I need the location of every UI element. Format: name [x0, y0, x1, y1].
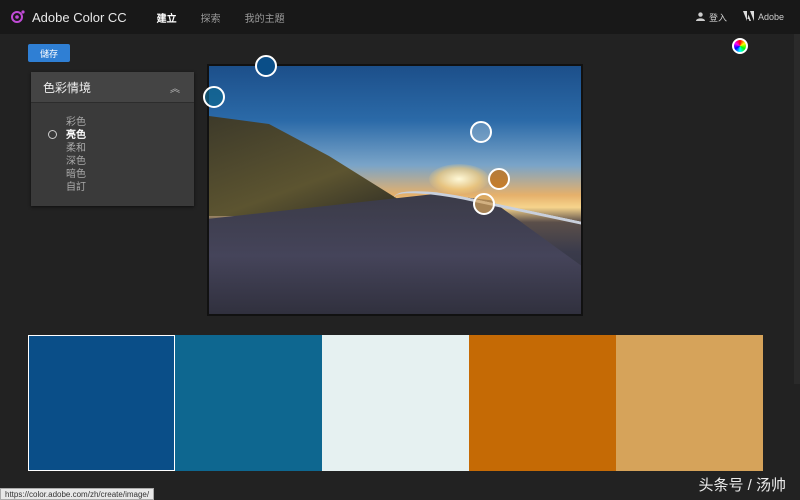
- save-button[interactable]: 儲存: [28, 44, 70, 62]
- status-url: https://color.adobe.com/zh/create/image/: [0, 488, 155, 500]
- panel-title: 色彩情境: [43, 80, 92, 95]
- tab-my-themes[interactable]: 我的主題: [245, 10, 285, 25]
- adobe-logo-icon: [742, 11, 754, 23]
- app-title: Adobe Color CC: [32, 9, 127, 25]
- sun: [429, 164, 489, 194]
- tab-explore[interactable]: 探索: [201, 10, 221, 25]
- color-palette: [28, 335, 763, 471]
- source-image: [207, 64, 583, 316]
- user-icon: [695, 11, 705, 23]
- swatch-1[interactable]: [28, 335, 175, 471]
- chevron-up-icon[interactable]: ︽: [170, 80, 180, 95]
- swatch-2[interactable]: [175, 335, 322, 471]
- top-bar: Adobe Color CC 建立 探索 我的主題 登入 Adobe: [0, 0, 800, 34]
- signin-label: 登入: [708, 12, 727, 23]
- swatch-3[interactable]: [322, 335, 469, 471]
- mood-option-dark[interactable]: 暗色: [66, 168, 86, 181]
- scrollbar[interactable]: [794, 34, 800, 384]
- mood-option-muted[interactable]: 柔和: [66, 142, 86, 155]
- radio-selected-icon[interactable]: [48, 130, 57, 139]
- app-logo[interactable]: Adobe Color CC: [10, 9, 127, 25]
- color-picker-marker[interactable]: [470, 121, 492, 143]
- mood-option-custom[interactable]: 自訂: [66, 181, 86, 194]
- adobe-color-logo-icon: [10, 9, 26, 25]
- color-picker-marker[interactable]: [473, 193, 495, 215]
- main-nav: 建立 探索 我的主題: [157, 10, 309, 25]
- tab-create[interactable]: 建立: [157, 10, 177, 25]
- swatch-4[interactable]: [469, 335, 616, 471]
- mood-option-deep[interactable]: 深色: [66, 155, 86, 168]
- swatch-5[interactable]: [616, 335, 763, 471]
- watermark: 头条号 / 汤帅: [698, 477, 786, 494]
- color-picker-marker[interactable]: [255, 55, 277, 77]
- mood-list: 彩色 亮色 柔和 深色 暗色 自訂: [66, 116, 86, 194]
- adobe-link[interactable]: Adobe: [742, 11, 784, 23]
- signin-link[interactable]: 登入: [695, 11, 727, 24]
- color-picker-marker[interactable]: [203, 86, 225, 108]
- mood-option-colorful[interactable]: 彩色: [66, 116, 86, 129]
- panel-header[interactable]: 色彩情境 ︽: [31, 72, 194, 103]
- mood-option-bright[interactable]: 亮色: [66, 129, 86, 142]
- color-wheel-icon[interactable]: [732, 38, 748, 54]
- color-picker-marker[interactable]: [488, 168, 510, 190]
- adobe-label: Adobe: [757, 12, 784, 22]
- color-mood-panel: 色彩情境 ︽ 彩色 亮色 柔和 深色 暗色 自訂: [31, 72, 194, 206]
